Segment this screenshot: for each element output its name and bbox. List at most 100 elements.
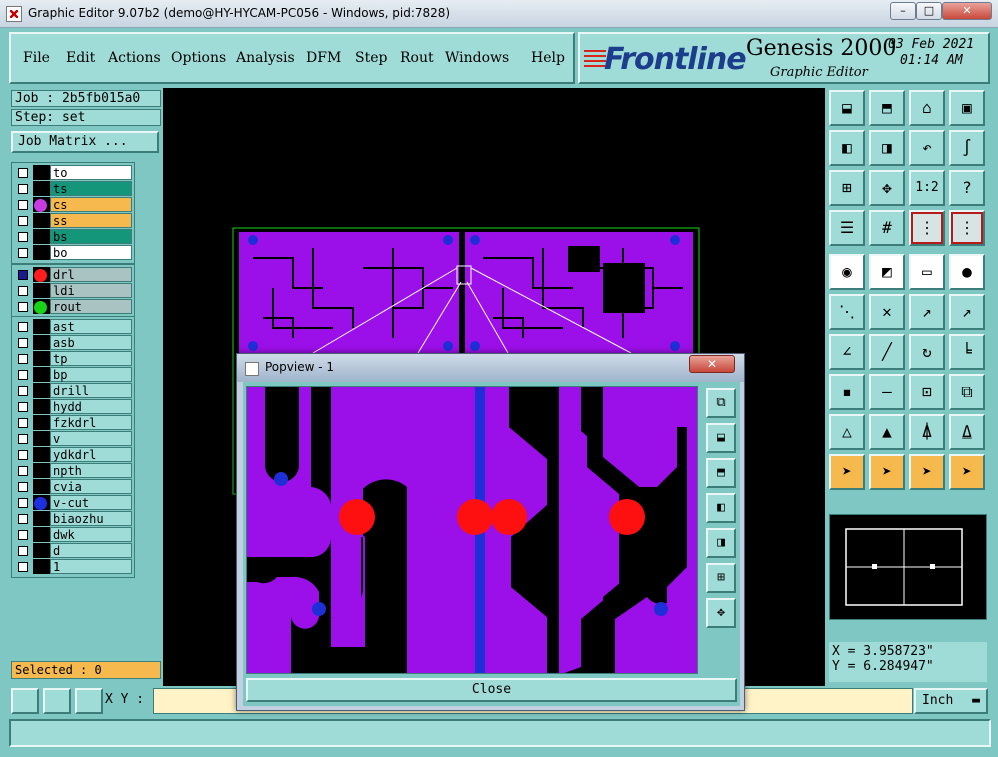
popview-zoom-out-icon[interactable]: ⬒ bbox=[706, 458, 736, 488]
menu-analysis[interactable]: Analysis bbox=[236, 50, 295, 66]
diagonal-line-icon[interactable]: ╱ bbox=[869, 334, 905, 370]
layer-row-rout[interactable]: rout bbox=[14, 299, 132, 315]
layer-name[interactable]: cs bbox=[50, 197, 132, 212]
scale-button[interactable]: 1:2 bbox=[909, 170, 945, 206]
layer-row-npth[interactable]: npth bbox=[14, 463, 132, 479]
layer-name[interactable]: ss bbox=[50, 213, 132, 228]
pointer-path-icon[interactable]: ➤ bbox=[949, 454, 985, 490]
layer-name[interactable]: ast bbox=[50, 319, 132, 334]
layer-row-d[interactable]: d bbox=[14, 543, 132, 559]
layer-row-1[interactable]: 1 bbox=[14, 559, 132, 575]
layer-checkbox[interactable] bbox=[18, 530, 28, 540]
measure-box-icon[interactable]: ⊡ bbox=[909, 374, 945, 410]
pan-right-icon[interactable]: ◨ bbox=[869, 130, 905, 166]
menu-file[interactable]: File bbox=[23, 50, 50, 66]
layer-checkbox[interactable] bbox=[18, 498, 28, 508]
dash-icon[interactable]: — bbox=[869, 374, 905, 410]
layer-row-cvia[interactable]: cvia bbox=[14, 479, 132, 495]
popview-window-icon[interactable]: ⧉ bbox=[706, 388, 736, 418]
popview-zoom-in-icon[interactable]: ⬓ bbox=[706, 423, 736, 453]
layer-name[interactable]: bo bbox=[50, 245, 132, 260]
layer-checkbox[interactable] bbox=[18, 482, 28, 492]
window-view-icon[interactable]: ▣ bbox=[949, 90, 985, 126]
layer-checkbox[interactable] bbox=[18, 168, 28, 178]
slash-icon[interactable]: ◩ bbox=[869, 254, 905, 290]
popview-canvas[interactable] bbox=[246, 386, 698, 674]
layer-checkbox[interactable] bbox=[18, 270, 28, 280]
layer-name[interactable]: npth bbox=[50, 463, 132, 478]
layer-row-cs[interactable]: cs bbox=[14, 197, 132, 213]
stairs-icon[interactable]: ╘ bbox=[949, 334, 985, 370]
cross-icon[interactable]: ✕ bbox=[869, 294, 905, 330]
zoom-fit-icon[interactable]: ⊞ bbox=[829, 170, 865, 206]
pointer-circle-icon[interactable]: ➤ bbox=[909, 454, 945, 490]
layer-name[interactable]: ts bbox=[50, 181, 132, 196]
close-window-button[interactable]: ✕ bbox=[942, 2, 992, 20]
snap-icon[interactable]: ⋮ bbox=[909, 210, 945, 246]
layer-row-bs[interactable]: bs bbox=[14, 229, 132, 245]
arc-icon[interactable]: ↻ bbox=[909, 334, 945, 370]
zoom-home-icon[interactable]: ⬓ bbox=[829, 90, 865, 126]
settings-icon[interactable]: ☰ bbox=[829, 210, 865, 246]
help-button[interactable]: ? bbox=[949, 170, 985, 206]
grid-icon[interactable]: # bbox=[869, 210, 905, 246]
zoom-area-icon[interactable] bbox=[11, 688, 39, 714]
layer-checkbox[interactable] bbox=[18, 562, 28, 572]
layer-checkbox[interactable] bbox=[18, 184, 28, 194]
layer-checkbox[interactable] bbox=[18, 338, 28, 348]
pan-left-icon[interactable]: ◧ bbox=[829, 130, 865, 166]
layer-checkbox[interactable] bbox=[18, 418, 28, 428]
triangle-measure-icon[interactable]: ⍙ bbox=[949, 414, 985, 450]
measure-icon[interactable]: ∫ bbox=[949, 130, 985, 166]
layer-row-fzkdrl[interactable]: fzkdrl bbox=[14, 415, 132, 431]
layer-name[interactable]: rout bbox=[50, 299, 132, 314]
unit-select[interactable]: Inch ▬ bbox=[914, 688, 988, 714]
measure-angle-icon[interactable] bbox=[43, 688, 71, 714]
redraw-icon[interactable]: ↶ bbox=[909, 130, 945, 166]
layer-row-bp[interactable]: bp bbox=[14, 367, 132, 383]
menu-help[interactable]: Help bbox=[531, 50, 565, 66]
layer-name[interactable]: tp bbox=[50, 351, 132, 366]
layer-name[interactable]: drill bbox=[50, 383, 132, 398]
ruler-icon[interactable]: ▭ bbox=[909, 254, 945, 290]
layer-row-v[interactable]: v bbox=[14, 431, 132, 447]
layer-checkbox[interactable] bbox=[18, 402, 28, 412]
layer-row-biaozhu[interactable]: biaozhu bbox=[14, 511, 132, 527]
layer-row-tp[interactable]: tp bbox=[14, 351, 132, 367]
layer-name[interactable]: bp bbox=[50, 367, 132, 382]
menu-windows[interactable]: Windows bbox=[445, 50, 509, 66]
popview-center-icon[interactable]: ✥ bbox=[706, 598, 736, 628]
layer-checkbox[interactable] bbox=[18, 200, 28, 210]
layer-checkbox[interactable] bbox=[18, 302, 28, 312]
popview-close-x[interactable]: ✕ bbox=[689, 355, 735, 373]
menu-edit[interactable]: Edit bbox=[66, 50, 95, 66]
overview-map[interactable] bbox=[829, 514, 987, 620]
menu-options[interactable]: Options bbox=[171, 50, 226, 66]
line-point-icon[interactable]: ↗ bbox=[949, 294, 985, 330]
layer-checkbox[interactable] bbox=[18, 354, 28, 364]
layer-row-asb[interactable]: asb bbox=[14, 335, 132, 351]
home-view-icon[interactable]: ⌂ bbox=[909, 90, 945, 126]
layer-name[interactable]: ydkdrl bbox=[50, 447, 132, 462]
layer-row-drill[interactable]: drill bbox=[14, 383, 132, 399]
layer-name[interactable]: cvia bbox=[50, 479, 132, 494]
pad-icon[interactable]: ◉ bbox=[829, 254, 865, 290]
grid-snap-icon[interactable] bbox=[75, 688, 103, 714]
maximize-button[interactable]: □ bbox=[916, 2, 942, 20]
layer-checkbox[interactable] bbox=[18, 248, 28, 258]
layer-row-dwk[interactable]: dwk bbox=[14, 527, 132, 543]
triangle-up-icon[interactable]: ⍋ bbox=[909, 414, 945, 450]
menu-step[interactable]: Step bbox=[355, 50, 387, 66]
menu-dfm[interactable]: DFM bbox=[306, 50, 341, 66]
connect-icon[interactable]: ⋱ bbox=[829, 294, 865, 330]
layer-name[interactable]: fzkdrl bbox=[50, 415, 132, 430]
layer-name[interactable]: to bbox=[50, 165, 132, 180]
popview-pan-right-icon[interactable]: ◨ bbox=[706, 528, 736, 558]
layer-name[interactable]: asb bbox=[50, 335, 132, 350]
minimize-button[interactable]: – bbox=[890, 2, 916, 20]
triangle-icon[interactable]: △ bbox=[829, 414, 865, 450]
pointer-box-icon[interactable]: ➤ bbox=[869, 454, 905, 490]
layer-row-hydd[interactable]: hydd bbox=[14, 399, 132, 415]
layer-row-ts[interactable]: ts bbox=[14, 181, 132, 197]
layer-name[interactable]: biaozhu bbox=[50, 511, 132, 526]
